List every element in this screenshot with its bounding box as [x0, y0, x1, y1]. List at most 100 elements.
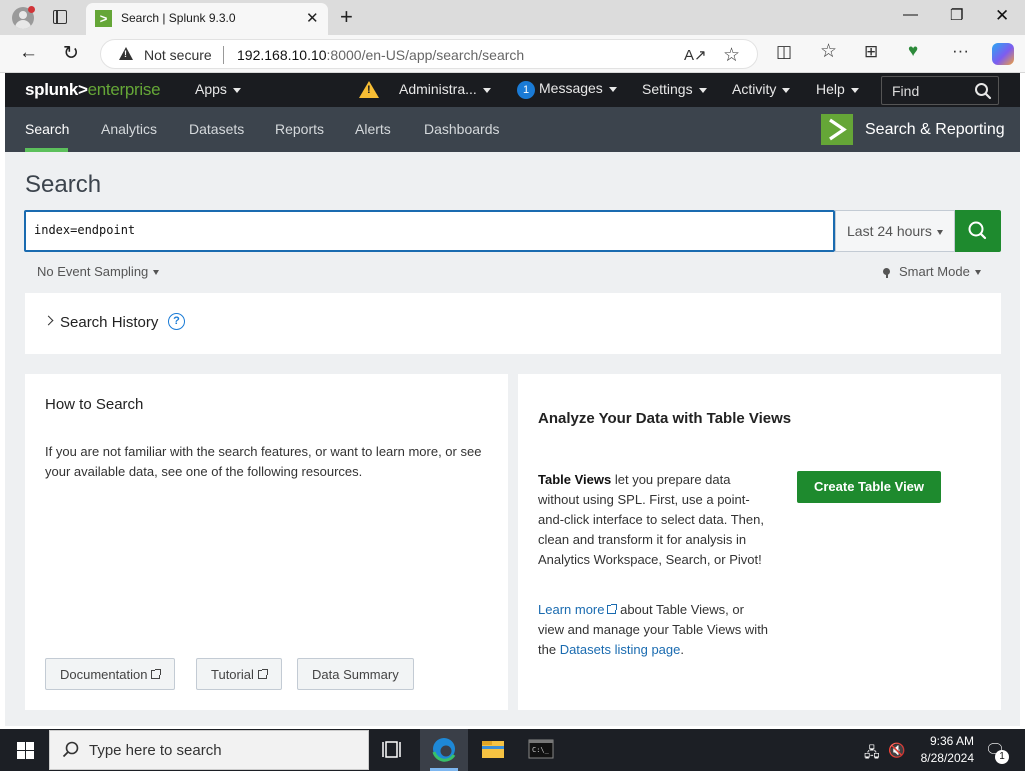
- clock-time: 9:36 AM: [929, 734, 974, 748]
- messages-badge: 1: [517, 81, 535, 99]
- new-tab-icon[interactable]: +: [340, 4, 353, 30]
- how-to-search-panel: How to Search If you are not familiar wi…: [25, 374, 508, 710]
- create-table-view-button[interactable]: Create Table View: [797, 471, 941, 503]
- windows-taskbar: Type here to search C:\_ 🖧 🔇 9:36 AM 8/2…: [0, 729, 1025, 771]
- user-menu[interactable]: Administra...: [399, 81, 491, 97]
- lightbulb-icon: [883, 268, 890, 278]
- search-icon: [62, 741, 79, 758]
- chevron-right-icon[interactable]: [43, 315, 54, 326]
- browser-tab-bar: > Search | Splunk 9.3.0 ✕ + — ❐ ✕: [0, 0, 1025, 35]
- table-views-title: Analyze Your Data with Table Views: [538, 410, 792, 427]
- messages-label: Messages: [539, 80, 603, 96]
- splunk-logo[interactable]: splunk>enterprise: [25, 80, 161, 100]
- time-range-label: Last 24 hours: [847, 223, 932, 239]
- close-tab-icon[interactable]: ✕: [306, 9, 319, 27]
- network-icon[interactable]: 🖧: [864, 742, 880, 766]
- settings-menu[interactable]: Settings: [642, 81, 707, 97]
- user-label: Administra...: [399, 81, 477, 97]
- url-bar[interactable]: Not secure 192.168.10.10:8000/en-US/app/…: [100, 39, 758, 69]
- tab-reports[interactable]: Reports: [275, 121, 324, 137]
- clock-date: 8/28/2024: [920, 751, 974, 765]
- search-mode-dropdown[interactable]: Smart Mode: [883, 264, 981, 279]
- taskbar-clock[interactable]: 9:36 AM 8/28/2024: [906, 733, 974, 767]
- search-icon[interactable]: [974, 82, 992, 100]
- more-options-icon[interactable]: ···: [952, 41, 969, 61]
- external-link-icon: [607, 604, 618, 614]
- health-warning-icon[interactable]: [359, 81, 379, 98]
- tab-analytics[interactable]: Analytics: [101, 121, 157, 137]
- search-query-text: index=endpoint: [34, 223, 136, 237]
- how-to-search-body: If you are not familiar with the search …: [45, 444, 482, 479]
- event-sampling-dropdown[interactable]: No Event Sampling: [37, 264, 160, 279]
- find-placeholder: Find: [892, 83, 920, 99]
- windows-start-icon[interactable]: [17, 742, 34, 759]
- table-views-more: Learn more about Table Views, or view an…: [538, 600, 770, 660]
- help-menu[interactable]: Help: [816, 81, 859, 97]
- logo-enterprise-text: enterprise: [87, 80, 161, 99]
- documentation-label: Documentation: [60, 667, 148, 682]
- main-content: Search index=endpoint Last 24 hours No E…: [5, 152, 1020, 726]
- chevron-down-icon: [782, 87, 791, 93]
- activity-menu[interactable]: Activity: [732, 81, 791, 97]
- read-aloud-icon[interactable]: A↗: [684, 46, 707, 64]
- search-query-input[interactable]: index=endpoint: [24, 210, 835, 252]
- chevron-down-icon: [974, 270, 981, 276]
- tab-actions-icon[interactable]: [53, 10, 67, 24]
- warning-icon[interactable]: [119, 47, 133, 60]
- url-path: :8000/en-US/app/search/search: [326, 47, 525, 63]
- time-range-picker[interactable]: Last 24 hours: [835, 210, 955, 252]
- copilot-icon[interactable]: [992, 43, 1014, 65]
- volume-muted-icon[interactable]: 🔇: [888, 742, 905, 759]
- url-text[interactable]: 192.168.10.10:8000/en-US/app/search/sear…: [237, 47, 524, 63]
- chevron-down-icon: [608, 86, 617, 92]
- file-explorer-icon[interactable]: [469, 729, 517, 771]
- close-window-icon[interactable]: ✕: [995, 6, 1009, 26]
- edge-taskbar-icon[interactable]: [420, 729, 468, 771]
- chevron-down-icon: [153, 270, 160, 276]
- favorite-star-icon[interactable]: ☆: [723, 44, 740, 67]
- tutorial-button[interactable]: Tutorial: [196, 658, 282, 690]
- chevron-down-icon: [482, 87, 491, 93]
- chevron-down-icon: [232, 87, 241, 93]
- external-link-icon: [151, 669, 162, 679]
- data-summary-button[interactable]: Data Summary: [297, 658, 414, 690]
- profile-notification-dot: [28, 6, 35, 13]
- learn-more-link[interactable]: Learn more: [538, 602, 604, 617]
- tab-datasets[interactable]: Datasets: [189, 121, 244, 137]
- security-label[interactable]: Not secure: [144, 47, 212, 63]
- notification-count-badge: 1: [995, 750, 1009, 764]
- taskbar-search-box[interactable]: Type here to search: [49, 730, 369, 770]
- run-search-button[interactable]: [955, 210, 1001, 252]
- messages-menu[interactable]: 1 Messages: [517, 80, 617, 99]
- table-views-bold: Table Views: [538, 472, 612, 487]
- split-screen-icon[interactable]: ◫: [776, 42, 792, 62]
- back-icon[interactable]: ←: [19, 42, 38, 64]
- url-host: 192.168.10.10: [237, 47, 327, 63]
- table-views-body: Table Views let you prepare data without…: [538, 470, 770, 570]
- how-to-search-title: How to Search: [45, 396, 144, 413]
- find-input[interactable]: Find: [881, 76, 999, 105]
- collections-icon[interactable]: ⊞: [864, 42, 878, 62]
- data-summary-label: Data Summary: [312, 667, 399, 682]
- tab-title: Search | Splunk 9.3.0: [121, 11, 236, 25]
- tab-dashboards[interactable]: Dashboards: [424, 121, 500, 137]
- browser-essentials-icon[interactable]: ♥: [908, 41, 918, 61]
- svg-text:C:\_: C:\_: [532, 746, 550, 754]
- search-history-toggle[interactable]: Search History: [60, 314, 158, 331]
- minimize-icon[interactable]: —: [903, 6, 918, 23]
- tab-search[interactable]: Search: [25, 121, 69, 137]
- tab-alerts[interactable]: Alerts: [355, 121, 391, 137]
- app-title: Search & Reporting: [865, 121, 1005, 138]
- documentation-button[interactable]: Documentation: [45, 658, 176, 690]
- refresh-icon[interactable]: ↻: [63, 42, 79, 65]
- task-view-icon[interactable]: [369, 729, 417, 771]
- browser-tab-active[interactable]: > Search | Splunk 9.3.0 ✕: [86, 3, 328, 35]
- datasets-listing-link[interactable]: Datasets listing page: [560, 642, 681, 657]
- terminal-icon[interactable]: C:\_: [518, 729, 566, 771]
- table-views-panel: Analyze Your Data with Table Views Table…: [518, 374, 1001, 710]
- apps-menu[interactable]: Apps: [195, 81, 241, 97]
- restore-icon[interactable]: ❐: [950, 6, 963, 24]
- favorites-icon[interactable]: ☆: [820, 40, 837, 63]
- help-icon[interactable]: ?: [168, 313, 185, 330]
- table-views-period: .: [680, 642, 684, 657]
